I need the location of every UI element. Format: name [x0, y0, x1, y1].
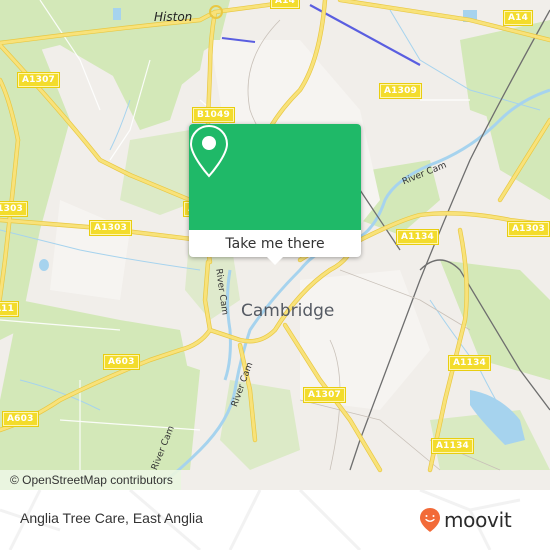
popup-pointer — [267, 257, 283, 265]
road-label: A1307 — [304, 388, 346, 402]
map[interactable]: Histon Cambridge River Cam River Cam Riv… — [0, 0, 550, 490]
place-label-cambridge: Cambridge — [241, 301, 335, 321]
road-label: A603 — [3, 412, 38, 426]
footer: Anglia Tree Care, East Anglia moovit — [0, 490, 550, 550]
road-label: A1134 — [449, 356, 491, 370]
road-label: A1134 — [432, 439, 474, 453]
road-label: B1049 — [193, 108, 234, 122]
road-label: A1134 — [397, 230, 439, 244]
map-pin-icon — [189, 124, 229, 178]
road-label: A11 — [0, 302, 19, 316]
map-attribution[interactable]: © OpenStreetMap contributors — [0, 470, 181, 490]
popup-header — [189, 124, 361, 230]
location-popup: Take me there — [189, 124, 361, 265]
road-label: A1309 — [380, 84, 422, 98]
road-label: A1303 — [0, 202, 28, 216]
road-label: A1307 — [18, 73, 60, 87]
business-name: Anglia Tree Care, East Anglia — [20, 510, 203, 526]
place-label-histon: Histon — [154, 10, 193, 24]
moovit-smile-pin-icon — [420, 508, 440, 532]
road-label: A1303 — [508, 222, 550, 236]
road-label: A14 — [504, 11, 533, 25]
road-label: A603 — [104, 355, 139, 369]
road-label: A14 — [271, 0, 300, 8]
moovit-logo[interactable]: moovit — [419, 507, 512, 533]
take-me-there-button[interactable]: Take me there — [189, 230, 361, 257]
moovit-wordmark: moovit — [444, 508, 512, 532]
road-label: A1303 — [90, 221, 132, 235]
